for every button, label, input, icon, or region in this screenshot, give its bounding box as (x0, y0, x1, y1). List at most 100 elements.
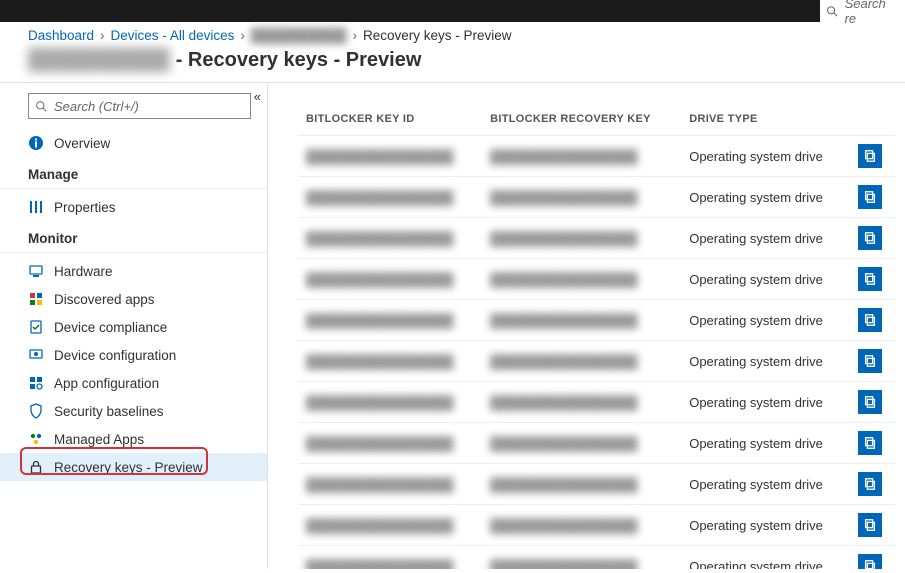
cell-recovery-key: ████████████████ (482, 218, 681, 259)
copy-key-button[interactable] (858, 431, 882, 455)
sidebar-item-label: Hardware (54, 264, 113, 279)
search-icon (826, 5, 839, 18)
cell-action (850, 259, 895, 300)
table-row: ████████████████████████████████Operatin… (298, 382, 895, 423)
sidebar-item-hardware[interactable]: Hardware (0, 257, 267, 285)
cell-drive-type: Operating system drive (681, 259, 850, 300)
sidebar-item-app-configuration[interactable]: App configuration (0, 369, 267, 397)
cell-drive-type: Operating system drive (681, 382, 850, 423)
cell-recovery-key: ████████████████ (482, 177, 681, 218)
cell-action (850, 423, 895, 464)
cell-recovery-key: ████████████████ (482, 341, 681, 382)
sidebar-section-label: Manage (0, 157, 267, 189)
breadcrumb-sep: › (353, 28, 358, 43)
info-icon (28, 135, 44, 151)
top-bar: Search re (0, 0, 905, 22)
copy-key-button[interactable] (858, 267, 882, 291)
cell-recovery-key: ████████████████ (482, 382, 681, 423)
copy-key-button[interactable] (858, 513, 882, 537)
col-drive-type[interactable]: DRIVE TYPE (681, 107, 850, 136)
copy-key-button[interactable] (858, 144, 882, 168)
copy-key-button[interactable] (858, 226, 882, 250)
sidebar-item-label: Device configuration (54, 348, 176, 363)
cell-drive-type: Operating system drive (681, 464, 850, 505)
global-search-placeholder: Search re (845, 0, 899, 26)
col-recovery-key[interactable]: BITLOCKER RECOVERY KEY (482, 107, 681, 136)
breadcrumb-sep: › (100, 28, 105, 43)
title-text: - Recovery keys - Preview (176, 49, 422, 72)
cell-drive-type: Operating system drive (681, 177, 850, 218)
content-pane: BITLOCKER KEY ID BITLOCKER RECOVERY KEY … (268, 83, 905, 569)
copy-key-button[interactable] (858, 390, 882, 414)
cell-key-id: ████████████████ (298, 505, 482, 546)
table-row: ████████████████████████████████Operatin… (298, 341, 895, 382)
sidebar-item-discovered-apps[interactable]: Discovered apps (0, 285, 267, 313)
title-redacted: ██████████ (28, 49, 170, 72)
cell-recovery-key: ████████████████ (482, 505, 681, 546)
cell-recovery-key: ████████████████ (482, 423, 681, 464)
compliance-icon (28, 319, 44, 335)
breadcrumb-sep: › (240, 28, 245, 43)
cell-key-id: ████████████████ (298, 300, 482, 341)
cell-drive-type: Operating system drive (681, 341, 850, 382)
cell-recovery-key: ████████████████ (482, 464, 681, 505)
copy-key-button[interactable] (858, 185, 882, 209)
sidebar-item-security-baselines[interactable]: Security baselines (0, 397, 267, 425)
col-key-id[interactable]: BITLOCKER KEY ID (298, 107, 482, 136)
sidebar: « Search (Ctrl+/) Overview Manage Propert… (0, 83, 268, 569)
cell-drive-type: Operating system drive (681, 546, 850, 570)
collapse-sidebar-button[interactable]: « (254, 89, 261, 104)
cell-action (850, 505, 895, 546)
cell-action (850, 464, 895, 505)
cell-key-id: ████████████████ (298, 546, 482, 570)
cell-key-id: ████████████████ (298, 341, 482, 382)
cell-key-id: ████████████████ (298, 423, 482, 464)
sidebar-item-label: Overview (54, 136, 110, 151)
global-search[interactable]: Search re (820, 0, 905, 22)
cell-key-id: ████████████████ (298, 259, 482, 300)
security-icon (28, 403, 44, 419)
main-area: « Search (Ctrl+/) Overview Manage Propert… (0, 83, 905, 569)
cell-key-id: ████████████████ (298, 382, 482, 423)
sidebar-item-properties[interactable]: Properties (0, 193, 267, 221)
apps-icon (28, 291, 44, 307)
cell-recovery-key: ████████████████ (482, 546, 681, 570)
copy-key-button[interactable] (858, 349, 882, 373)
sidebar-search-placeholder: Search (Ctrl+/) (54, 99, 139, 114)
sidebar-item-label: Discovered apps (54, 292, 155, 307)
sidebar-item-recovery-keys[interactable]: Recovery keys - Preview (0, 453, 267, 481)
sidebar-item-label: App configuration (54, 376, 159, 391)
cell-recovery-key: ████████████████ (482, 136, 681, 177)
breadcrumb-item: ██████████ (251, 28, 347, 43)
sidebar-item-label: Recovery keys - Preview (54, 460, 203, 475)
copy-key-button[interactable] (858, 308, 882, 332)
cell-drive-type: Operating system drive (681, 136, 850, 177)
cell-action (850, 177, 895, 218)
cell-drive-type: Operating system drive (681, 300, 850, 341)
sidebar-item-device-compliance[interactable]: Device compliance (0, 313, 267, 341)
cell-action (850, 341, 895, 382)
cell-recovery-key: ████████████████ (482, 259, 681, 300)
sidebar-item-device-configuration[interactable]: Device configuration (0, 341, 267, 369)
properties-icon (28, 199, 44, 215)
table-row: ████████████████████████████████Operatin… (298, 423, 895, 464)
sidebar-item-overview[interactable]: Overview (0, 129, 267, 157)
cell-recovery-key: ████████████████ (482, 300, 681, 341)
search-icon (35, 100, 48, 113)
page-title: ██████████ - Recovery keys - Preview (0, 45, 905, 82)
cell-key-id: ████████████████ (298, 218, 482, 259)
breadcrumb-item[interactable]: Dashboard (28, 28, 94, 43)
managed-icon (28, 431, 44, 447)
breadcrumb-item: Recovery keys - Preview (363, 28, 512, 43)
sidebar-search[interactable]: Search (Ctrl+/) (28, 93, 251, 119)
table-row: ████████████████████████████████Operatin… (298, 546, 895, 570)
sidebar-item-label: Device compliance (54, 320, 167, 335)
copy-key-button[interactable] (858, 472, 882, 496)
copy-key-button[interactable] (858, 554, 882, 569)
lock-icon (28, 459, 44, 475)
sidebar-item-managed-apps[interactable]: Managed Apps (0, 425, 267, 453)
cell-action (850, 300, 895, 341)
table-row: ████████████████████████████████Operatin… (298, 259, 895, 300)
table-row: ████████████████████████████████Operatin… (298, 218, 895, 259)
breadcrumb-item[interactable]: Devices - All devices (111, 28, 235, 43)
